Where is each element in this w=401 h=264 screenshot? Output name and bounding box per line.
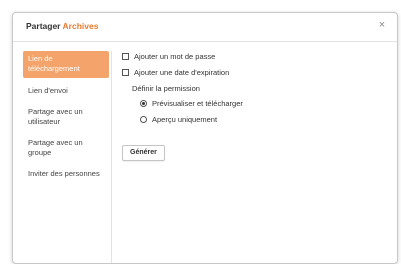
permission-heading-label: Définir la permission [132,84,200,93]
dialog-title: Partager Archives [26,21,98,31]
expiration-label: Ajouter une date d'expiration [134,68,230,77]
sidebar-item-label: Inviter des personnes [28,169,100,178]
dialog-header: Partager Archives × [13,13,397,42]
sidebar-item-label: Partage avec un utilisateur [28,107,83,126]
sidebar-item-share-with-user[interactable]: Partage avec un utilisateur [23,105,109,130]
expiration-option[interactable]: Ajouter une date d'expiration [122,68,229,77]
sidebar-item-invite-people[interactable]: Inviter des personnes [23,167,109,182]
password-label: Ajouter un mot de passe [134,52,216,61]
permission-option-preview-only[interactable]: Aperçu uniquement [140,115,217,124]
close-icon[interactable]: × [376,19,388,31]
preview-download-radio[interactable] [140,100,147,107]
permission-heading: Définir la permission [132,84,200,93]
download-link-panel: Ajouter un mot de passe Ajouter une date… [110,51,389,263]
permission-option-label: Aperçu uniquement [152,115,218,124]
password-checkbox[interactable] [122,53,129,60]
preview-only-radio[interactable] [140,116,147,123]
generate-button[interactable]: Générer [122,145,165,161]
dialog-title-item-name: Archives [62,21,99,31]
sidebar-item-label: Partage avec un groupe [28,138,83,157]
expiration-checkbox[interactable] [122,69,129,76]
sidebar-item-share-with-group[interactable]: Partage avec un groupe [23,136,109,161]
sidebar-item-download-link[interactable]: Lien de téléchargement [23,51,109,78]
permission-option-label: Prévisualiser et télécharger [152,99,243,108]
password-option[interactable]: Ajouter un mot de passe [122,52,215,61]
share-dialog: Partager Archives × Lien de téléchargeme… [12,12,398,264]
sidebar-item-upload-link[interactable]: Lien d'envoi [23,84,109,99]
permission-option-preview-download[interactable]: Prévisualiser et télécharger [140,99,243,108]
sidebar-item-label: Lien d'envoi [28,86,68,95]
share-type-sidebar: Lien de téléchargement Lien d'envoi Part… [23,51,112,263]
dialog-title-prefix: Partager [26,21,61,31]
sidebar-item-label: Lien de téléchargement [28,54,80,73]
